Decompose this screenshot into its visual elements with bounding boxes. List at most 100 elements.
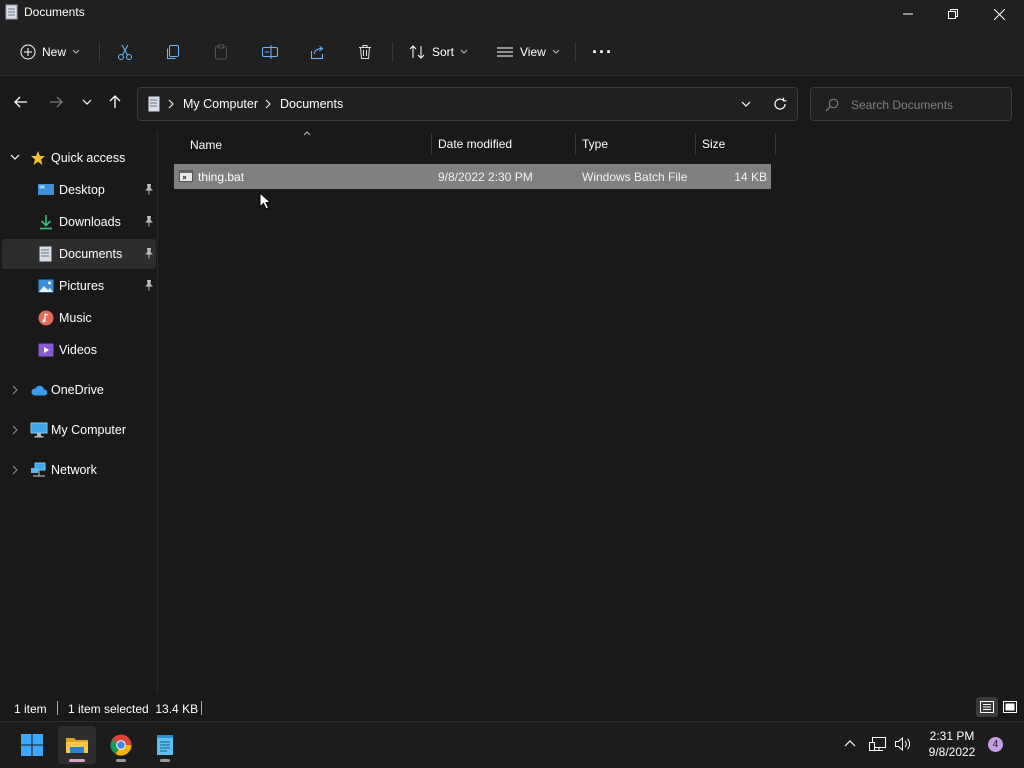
sidebar-item-videos[interactable]: Videos xyxy=(2,335,156,365)
sidebar-item-my-computer[interactable]: My Computer xyxy=(2,415,156,445)
rename-icon xyxy=(261,44,279,60)
toolbar-divider xyxy=(392,42,393,62)
search-icon xyxy=(825,98,839,112)
taskbar-file-explorer[interactable] xyxy=(58,726,96,764)
desktop-icon xyxy=(38,183,54,197)
chevron-down-icon xyxy=(460,49,468,55)
chevron-right-icon[interactable] xyxy=(12,385,18,395)
sidebar-item-label: My Computer xyxy=(51,423,127,437)
pictures-icon xyxy=(38,278,54,294)
sidebar-item-onedrive[interactable]: OneDrive xyxy=(2,375,156,405)
sidebar-item-music[interactable]: Music xyxy=(2,303,156,333)
address-history-dropdown[interactable] xyxy=(741,101,751,107)
volume-icon[interactable] xyxy=(894,736,912,752)
start-button[interactable] xyxy=(13,726,51,764)
copy-button[interactable] xyxy=(165,38,181,66)
taskbar: 2:31 PM 9/8/2022 4 xyxy=(0,721,1024,768)
column-header-label: Name xyxy=(190,137,223,152)
network-icon xyxy=(30,462,48,478)
pin-icon xyxy=(144,183,154,195)
column-header-date-modified[interactable]: Date modified xyxy=(432,131,576,157)
pin-icon xyxy=(144,279,154,291)
paste-button[interactable] xyxy=(213,38,229,66)
share-icon xyxy=(309,44,325,60)
plus-circle-icon xyxy=(20,44,36,60)
taskbar-chrome[interactable] xyxy=(102,726,140,764)
chevron-right-icon[interactable] xyxy=(12,425,18,435)
sidebar-item-documents[interactable]: Documents xyxy=(2,239,156,269)
chrome-icon xyxy=(110,734,132,756)
close-button[interactable] xyxy=(976,0,1022,28)
sidebar-item-label: Videos xyxy=(59,343,97,357)
network-status-icon[interactable] xyxy=(869,736,887,752)
view-button[interactable]: View xyxy=(496,38,560,66)
view-button-label: View xyxy=(520,45,546,59)
windows-logo-icon xyxy=(21,734,43,756)
recent-locations-button[interactable] xyxy=(76,91,98,113)
clock-date: 9/8/2022 xyxy=(928,745,976,759)
delete-button[interactable] xyxy=(357,38,373,66)
share-button[interactable] xyxy=(309,38,325,66)
back-button[interactable] xyxy=(10,91,32,113)
sidebar-item-label: OneDrive xyxy=(51,383,104,397)
file-name[interactable]: thing.bat xyxy=(198,170,244,184)
running-app-indicator xyxy=(160,759,170,762)
sidebar-item-desktop[interactable]: Desktop xyxy=(2,175,156,205)
chevron-right-icon[interactable] xyxy=(12,465,18,475)
cut-button[interactable] xyxy=(117,38,133,66)
computer-icon xyxy=(30,422,48,438)
sidebar-item-label: Music xyxy=(59,311,92,325)
chevron-right-icon[interactable] xyxy=(168,99,174,109)
new-button[interactable]: New xyxy=(20,38,80,66)
forward-button[interactable] xyxy=(45,91,67,113)
notification-badge[interactable]: 4 xyxy=(988,737,1003,752)
sidebar-item-pictures[interactable]: Pictures xyxy=(2,271,156,301)
refresh-icon[interactable] xyxy=(773,97,787,111)
taskbar-notepad[interactable] xyxy=(146,726,184,764)
clock[interactable]: 2:31 PM 9/8/2022 xyxy=(920,728,984,760)
arrow-right-icon xyxy=(49,96,63,108)
clipboard-icon xyxy=(213,44,229,60)
sidebar-item-quick-access[interactable]: Quick access xyxy=(2,143,156,173)
chevron-down-icon[interactable] xyxy=(10,154,20,160)
restore-button[interactable] xyxy=(930,0,976,28)
cloud-icon xyxy=(30,384,48,396)
active-app-indicator xyxy=(69,759,85,762)
show-hidden-icons-chevron-up-icon[interactable] xyxy=(844,739,856,747)
up-button[interactable] xyxy=(104,91,126,113)
search-input[interactable]: Search Documents xyxy=(810,87,1012,121)
status-divider xyxy=(57,701,58,715)
notepad-icon xyxy=(156,734,174,756)
pin-icon xyxy=(144,247,154,259)
selection-info: 1 item selected 13.4 KB xyxy=(68,702,199,716)
table-row[interactable]: thing.bat 9/8/2022 2:30 PM Windows Batch… xyxy=(174,164,771,189)
toolbar-divider xyxy=(575,42,576,62)
rename-button[interactable] xyxy=(261,38,279,66)
address-bar[interactable]: My Computer Documents xyxy=(137,87,798,121)
sidebar-item-downloads[interactable]: Downloads xyxy=(2,207,156,237)
column-header-size[interactable]: Size xyxy=(696,131,775,157)
download-icon xyxy=(38,214,54,230)
minimize-button[interactable] xyxy=(885,0,931,28)
file-type: Windows Batch File xyxy=(582,170,688,184)
more-options-button[interactable]: ··· xyxy=(592,38,613,66)
chevron-right-icon[interactable] xyxy=(265,99,271,109)
sidebar-item-label: Network xyxy=(51,463,97,477)
star-icon xyxy=(30,150,46,166)
batch-file-icon xyxy=(179,170,193,182)
sidebar-item-network[interactable]: Network xyxy=(2,455,156,485)
column-header-name[interactable]: Name xyxy=(174,131,431,157)
running-app-indicator xyxy=(116,759,126,762)
column-resize-handle[interactable] xyxy=(775,133,776,155)
details-view-button[interactable] xyxy=(976,697,998,717)
column-header-type[interactable]: Type xyxy=(576,131,695,157)
breadcrumb-documents[interactable]: Documents xyxy=(280,97,343,111)
trash-icon xyxy=(357,44,373,60)
status-divider xyxy=(201,701,202,715)
chevron-down-icon xyxy=(552,49,560,55)
navigation-row: My Computer Documents Search Documents xyxy=(0,77,1024,131)
tiles-view-button[interactable] xyxy=(1000,697,1020,717)
sort-button[interactable]: Sort xyxy=(408,38,468,66)
breadcrumb-my-computer[interactable]: My Computer xyxy=(183,97,258,111)
file-list: Name Date modified Type Size thing.bat 9… xyxy=(160,131,1024,693)
